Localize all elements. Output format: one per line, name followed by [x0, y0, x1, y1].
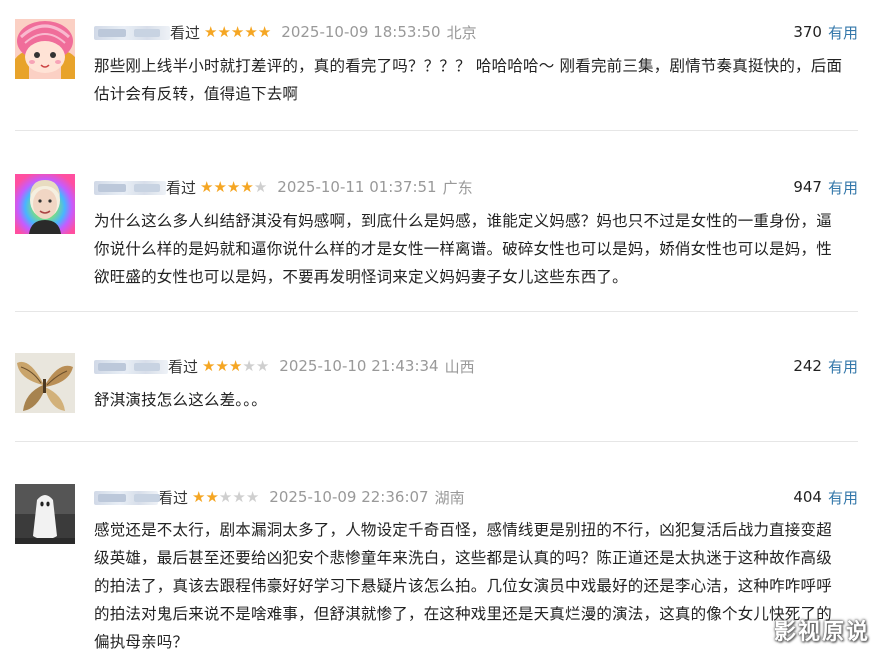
review-header: 看过 ★ ★ ★ ★ ★ 2025-10-11 01:37:51 广东: [94, 176, 473, 198]
star-icon: ★: [204, 22, 218, 41]
review-content: 舒淇演技怎么这么差。。。: [94, 391, 267, 409]
useful-count: 947: [793, 178, 822, 196]
username-blurred[interactable]: [94, 489, 160, 505]
review-location: 湖南: [434, 488, 465, 507]
star-icon: ★: [215, 356, 229, 375]
star-empty-icon: ★: [218, 487, 233, 506]
useful-vote: 404 有用: [793, 486, 858, 508]
review-header: 看过 ★ ★ ★ ★ ★ 2025-10-09 22:36:07 湖南: [94, 486, 465, 508]
useful-vote: 947 有用: [793, 176, 858, 198]
butterfly-wing-avatar-icon: [15, 353, 75, 413]
useful-count: 242: [793, 357, 822, 375]
review-location: 山西: [444, 357, 475, 376]
useful-count: 370: [793, 23, 822, 41]
useful-vote: 370 有用: [793, 21, 858, 43]
useful-button[interactable]: 有用: [828, 22, 858, 43]
divider: [15, 441, 858, 442]
star-icon: ★: [240, 177, 254, 196]
review-content: 为什么这么多人纠结舒淇没有妈感啊，到底什么是妈感，谁能定义妈感？妈也只不过是女性…: [94, 212, 832, 286]
rating-stars: ★ ★ ★ ★ ★: [192, 487, 260, 506]
review-location: 广东: [442, 178, 473, 197]
star-icon: ★: [244, 22, 258, 41]
star-icon: ★: [226, 177, 241, 196]
avatar[interactable]: [15, 19, 75, 79]
username-blurred[interactable]: [94, 24, 170, 40]
star-icon: ★: [205, 487, 219, 506]
useful-button[interactable]: 有用: [828, 177, 858, 198]
review-content: 感觉还是不太行，剧本漏洞太多了，人物设定千奇百怪，感情线更是别扭的不行，凶犯复活…: [94, 521, 832, 651]
review-header: 看过 ★ ★ ★ ★ ★ 2025-10-09 18:53:50 北京: [94, 21, 477, 43]
star-icon: ★: [217, 22, 231, 41]
review-location: 北京: [446, 23, 477, 42]
useful-button[interactable]: 有用: [828, 356, 858, 377]
cartoon-girl-avatar-icon: [15, 19, 75, 79]
review-time: 2025-10-09 22:36:07: [269, 488, 429, 506]
review-content: 那些刚上线半小时就打差评的，真的看完了吗？？？？ 哈哈哈哈～ 刚看完前三集，剧情…: [94, 57, 843, 103]
divider: [15, 130, 858, 131]
watched-label: 看过: [168, 357, 199, 376]
useful-vote: 242 有用: [793, 355, 858, 377]
star-empty-icon: ★: [255, 356, 270, 375]
watched-label: 看过: [166, 178, 197, 197]
avatar[interactable]: [15, 174, 75, 234]
avatar[interactable]: [15, 484, 75, 544]
star-empty-icon: ★: [245, 487, 260, 506]
avatar[interactable]: [15, 353, 75, 413]
username-blurred[interactable]: [94, 179, 166, 195]
star-icon: ★: [230, 22, 245, 41]
watched-label: 看过: [170, 23, 201, 42]
star-empty-icon: ★: [253, 177, 268, 196]
star-icon: ★: [228, 356, 243, 375]
review-header: 看过 ★ ★ ★ ★ ★ 2025-10-10 21:43:34 山西: [94, 355, 475, 377]
star-icon: ★: [192, 487, 206, 506]
rating-stars: ★ ★ ★ ★ ★: [204, 22, 272, 41]
review-time: 2025-10-10 21:43:34: [279, 357, 439, 375]
useful-button[interactable]: 有用: [828, 487, 858, 508]
rating-stars: ★ ★ ★ ★ ★: [202, 356, 270, 375]
ghost-avatar-icon: [15, 484, 75, 544]
review-time: 2025-10-09 18:53:50: [281, 23, 441, 41]
woman-rainbow-avatar-icon: [15, 174, 75, 234]
rating-stars: ★ ★ ★ ★ ★: [200, 177, 268, 196]
review-time: 2025-10-11 01:37:51: [277, 178, 437, 196]
useful-count: 404: [793, 488, 822, 506]
star-icon: ★: [257, 22, 272, 41]
star-icon: ★: [200, 177, 214, 196]
star-icon: ★: [213, 177, 227, 196]
username-blurred[interactable]: [94, 358, 168, 374]
star-empty-icon: ★: [242, 356, 256, 375]
watched-label: 看过: [158, 488, 189, 507]
star-empty-icon: ★: [232, 487, 246, 506]
watermark-text: 影视原说: [773, 620, 870, 645]
divider: [15, 311, 858, 312]
star-icon: ★: [202, 356, 216, 375]
